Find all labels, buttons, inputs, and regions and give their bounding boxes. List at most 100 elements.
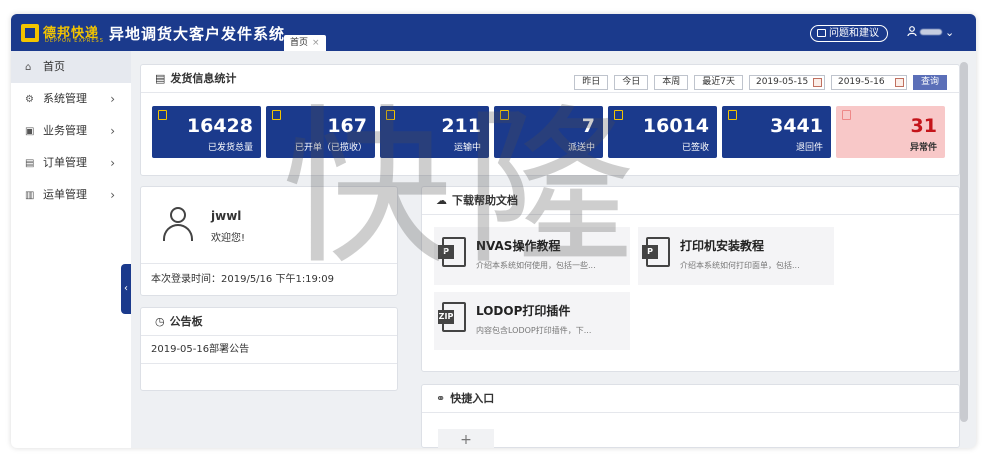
- note-icon: [272, 110, 281, 120]
- panel-title: ⚭ 快捷入口: [422, 385, 959, 413]
- last-login-time: 本次登录时间：2019/5/16 下午1:19:09: [141, 263, 397, 296]
- powerpoint-file-icon: P: [438, 237, 466, 267]
- notice-title: 公告板: [169, 315, 203, 328]
- link-icon: ⚭: [436, 392, 446, 405]
- doc-title: 打印机安装教程: [680, 239, 765, 253]
- quick-access-panel: ⚭ 快捷入口 +: [421, 384, 960, 448]
- stat-cards: 16428 已发货总量 167 已开单（已揽收） 211 运输中 7 派送中 16014…: [152, 106, 945, 158]
- order-icon: ▤: [25, 158, 35, 169]
- filter-yesterday-button[interactable]: 昨日: [574, 75, 609, 90]
- quick-title: 快捷入口: [450, 392, 495, 405]
- user-menu[interactable]: ⌄: [907, 26, 954, 39]
- cloud-download-icon: ☁: [436, 194, 447, 207]
- doc-nvas-tutorial[interactable]: P NVAS操作教程 介绍本系统如何使用，包括一些...: [434, 227, 630, 285]
- user-info-panel: jwwl 欢迎您! 本次登录时间：2019/5/16 下午1:19:09: [140, 186, 398, 296]
- sidebar-item-label: 首页: [43, 60, 65, 73]
- stat-value: 16428: [186, 115, 253, 137]
- return-icon: [728, 110, 737, 120]
- sidebar-item-label: 系统管理: [43, 92, 87, 105]
- stat-label: 异常件: [909, 143, 937, 153]
- chevron-down-icon: ⌄: [945, 26, 955, 39]
- app-window: 德邦快递 DEPPON EXPRESS 异地调货大客户发件系统 首页 × 问题和建…: [11, 14, 976, 448]
- stat-card-exceptions[interactable]: 31 异常件: [836, 106, 945, 158]
- stat-label: 已开单（已揽收）: [294, 143, 367, 153]
- date-from-input[interactable]: 2019-05-15: [748, 75, 825, 90]
- add-shortcut-button[interactable]: +: [438, 429, 494, 448]
- tab-close-icon[interactable]: ×: [312, 38, 320, 48]
- filter-week-button[interactable]: 本周: [654, 75, 689, 90]
- sidebar-item-business[interactable]: ▣ 业务管理 ›: [11, 115, 131, 147]
- welcome-text: 欢迎您!: [211, 233, 246, 244]
- logo-subtext: DEPPON EXPRESS: [45, 38, 104, 44]
- shipping-stats-panel: ▤ 发货信息统计 昨日 今日 本周 最近7天 2019-05-15 2019-5-…: [140, 64, 960, 176]
- chevron-right-icon: ›: [110, 188, 115, 202]
- sidebar-item-orders[interactable]: ▤ 订单管理 ›: [11, 147, 131, 179]
- feedback-button[interactable]: 问题和建议: [810, 25, 888, 42]
- scooter-icon: [500, 110, 509, 120]
- sidebar-collapse-button[interactable]: ‹: [121, 264, 131, 314]
- calendar-icon[interactable]: [894, 78, 904, 87]
- tab-home-label: 首页: [290, 38, 309, 48]
- stat-value: 211: [441, 115, 481, 137]
- briefcase-icon: ▣: [25, 126, 35, 137]
- home-icon: ⌂: [25, 62, 32, 73]
- scrollbar[interactable]: [960, 62, 968, 422]
- doc-title: NVAS操作教程: [476, 239, 561, 253]
- powerpoint-file-icon: P: [642, 237, 670, 267]
- chevron-right-icon: ›: [110, 124, 115, 138]
- sidebar-item-system[interactable]: ⚙ 系统管理 ›: [11, 83, 131, 115]
- date-to-input[interactable]: 2019-5-16: [830, 75, 907, 90]
- avatar-icon: [161, 207, 195, 243]
- tab-home[interactable]: 首页 ×: [284, 35, 326, 51]
- doc-description: 内容包含LODOP打印插件，下...: [476, 326, 592, 335]
- stat-value: 167: [327, 115, 367, 137]
- deppon-logo: 德邦快递 DEPPON EXPRESS: [21, 22, 111, 44]
- stat-card-signed[interactable]: 16014 已签收: [608, 106, 717, 158]
- stat-label: 运输中: [453, 143, 481, 153]
- date-filter-bar: 昨日 今日 本周 最近7天 2019-05-15 2019-5-16 查询: [574, 75, 947, 91]
- user-name: jwwl: [211, 209, 242, 223]
- sidebar-item-label: 业务管理: [43, 124, 87, 137]
- stat-card-collected[interactable]: 167 已开单（已揽收）: [266, 106, 375, 158]
- stat-value: 3441: [770, 115, 823, 137]
- chevron-right-icon: ›: [110, 92, 115, 106]
- filter-7days-button[interactable]: 最近7天: [694, 75, 743, 90]
- gear-icon: ⚙: [25, 94, 34, 105]
- doc-lodop-plugin[interactable]: ZIP LODOP打印插件 内容包含LODOP打印插件，下...: [434, 292, 630, 350]
- notice-board-panel: ◷ 公告板 2019-05-16部署公告: [140, 307, 398, 391]
- stat-card-delivering[interactable]: 7 派送中: [494, 106, 603, 158]
- person-icon: [907, 26, 917, 37]
- doc-description: 介绍本系统如何使用，包括一些...: [476, 261, 596, 270]
- calendar-icon[interactable]: [812, 78, 822, 87]
- date-from-value: 2019-05-15: [755, 77, 809, 87]
- panel-title: ☁ 下载帮助文档: [422, 187, 959, 215]
- chevron-right-icon: ›: [110, 156, 115, 170]
- edit-icon: [614, 110, 623, 120]
- sidebar-item-home[interactable]: ⌂ 首页: [11, 51, 131, 83]
- doc-description: 介绍本系统如何打印面单，包括...: [680, 261, 800, 270]
- list-icon: [158, 110, 167, 120]
- stats-title: 发货信息统计: [170, 72, 237, 85]
- query-button[interactable]: 查询: [912, 75, 947, 90]
- filter-today-button[interactable]: 今日: [614, 75, 649, 90]
- app-title: 异地调货大客户发件系统: [109, 25, 286, 43]
- database-icon: ▤: [155, 72, 166, 85]
- doc-printer-tutorial[interactable]: P 打印机安装教程 介绍本系统如何打印面单，包括...: [638, 227, 834, 285]
- sidebar: ⌂ 首页 ⚙ 系统管理 › ▣ 业务管理 › ▤ 订单管理 › ▥ 运单管理 › ‹: [11, 51, 131, 448]
- notice-item[interactable]: 2019-05-16部署公告: [141, 336, 397, 364]
- docs-title: 下载帮助文档: [452, 194, 518, 207]
- sidebar-item-waybills[interactable]: ▥ 运单管理 ›: [11, 179, 131, 211]
- stat-card-returned[interactable]: 3441 退回件: [722, 106, 831, 158]
- logo-mark-icon: [21, 24, 39, 42]
- zip-file-icon: ZIP: [438, 302, 466, 332]
- stat-card-in-transit[interactable]: 211 运输中: [380, 106, 489, 158]
- sidebar-item-label: 订单管理: [43, 156, 87, 169]
- warning-doc-icon: [842, 110, 851, 120]
- stat-value: 31: [910, 115, 937, 137]
- panel-title: ◷ 公告板: [141, 308, 397, 336]
- stat-card-shipped-total[interactable]: 16428 已发货总量: [152, 106, 261, 158]
- sidebar-item-label: 运单管理: [43, 188, 87, 201]
- waybill-icon: ▥: [25, 190, 35, 201]
- clock-icon: ◷: [155, 315, 165, 328]
- help-docs-panel: ☁ 下载帮助文档 P NVAS操作教程 介绍本系统如何使用，包括一些... P 打…: [421, 186, 960, 372]
